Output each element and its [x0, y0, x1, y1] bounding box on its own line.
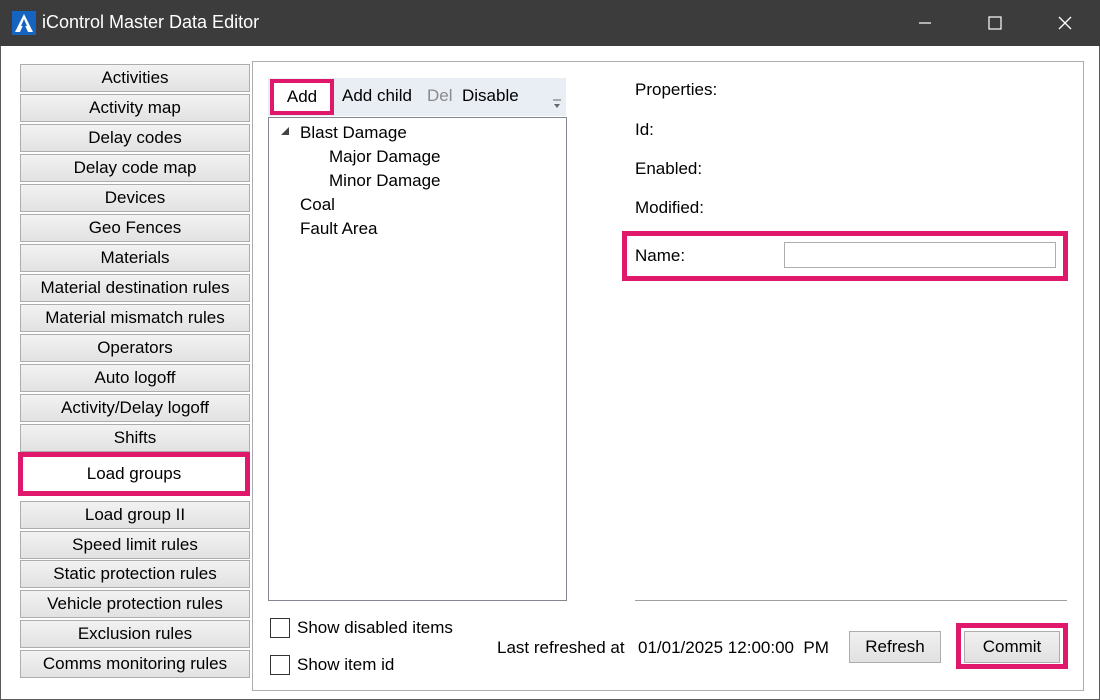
sidebar-item-auto-logoff[interactable]: Auto logoff	[20, 364, 250, 392]
sidebar-item-material-destination-rules[interactable]: Material destination rules	[20, 274, 250, 302]
app-logo-icon	[12, 11, 36, 35]
disable-button[interactable]: Disable	[462, 86, 519, 106]
tree-item-fault-area[interactable]: Fault Area	[300, 219, 378, 239]
id-label: Id:	[635, 120, 654, 139]
enabled-label: Enabled:	[635, 159, 703, 178]
last-refreshed-label: Last refreshed at	[497, 638, 625, 657]
chevron-down-icon[interactable]	[552, 96, 562, 110]
divider	[635, 600, 1067, 601]
sidebar-item-activities[interactable]: Activities	[20, 64, 250, 92]
maximize-icon	[988, 16, 1002, 30]
maximize-button[interactable]	[960, 0, 1030, 46]
sidebar-item-delay-codes[interactable]: Delay codes	[20, 124, 250, 152]
close-icon	[1058, 16, 1072, 30]
show-disabled-checkbox[interactable]	[270, 618, 290, 638]
sidebar-item-exclusion-rules[interactable]: Exclusion rules	[20, 620, 250, 648]
tree-expand-icon[interactable]	[280, 126, 290, 136]
sidebar-item-activity-map[interactable]: Activity map	[20, 94, 250, 122]
sidebar-item-operators[interactable]: Operators	[20, 334, 250, 362]
show-id-checkbox[interactable]	[270, 655, 290, 675]
name-field[interactable]	[784, 242, 1056, 268]
refresh-button[interactable]: Refresh	[849, 631, 941, 663]
sidebar-item-speed-limit-rules[interactable]: Speed limit rules	[20, 531, 250, 559]
sidebar-item-activity-delay-logoff[interactable]: Activity/Delay logoff	[20, 394, 250, 422]
sidebar-item-vehicle-protection-rules[interactable]: Vehicle protection rules	[20, 590, 250, 618]
tree-item-major-damage[interactable]: Major Damage	[329, 147, 441, 167]
delete-button[interactable]: Del	[427, 86, 453, 106]
sidebar-item-shifts[interactable]: Shifts	[20, 424, 250, 452]
name-label: Name:	[635, 246, 686, 265]
sidebar-item-material-mismatch-rules[interactable]: Material mismatch rules	[20, 304, 250, 332]
add-button[interactable]: Add	[270, 79, 334, 115]
sidebar-item-materials[interactable]: Materials	[20, 244, 250, 272]
sidebar-item-load-groups[interactable]: Load groups	[18, 452, 250, 496]
add-child-button[interactable]: Add child	[342, 86, 412, 106]
title-bar: iControl Master Data Editor	[0, 0, 1100, 46]
minimize-icon	[919, 22, 931, 24]
show-id-label[interactable]: Show item id	[297, 655, 394, 675]
commit-button[interactable]: Commit	[964, 631, 1060, 663]
sidebar-item-geo-fences[interactable]: Geo Fences	[20, 214, 250, 242]
sidebar-item-comms-monitoring-rules[interactable]: Comms monitoring rules	[20, 650, 250, 678]
properties-header: Properties:	[635, 80, 718, 99]
last-refreshed-value: 01/01/2025 12:00:00 PM	[638, 638, 829, 657]
tree-item-minor-damage[interactable]: Minor Damage	[329, 171, 441, 191]
sidebar-item-static-protection-rules[interactable]: Static protection rules	[20, 560, 250, 588]
sidebar-item-devices[interactable]: Devices	[20, 184, 250, 212]
sidebar-item-delay-code-map[interactable]: Delay code map	[20, 154, 250, 182]
tree-item-blast-damage[interactable]: Blast Damage	[300, 123, 407, 143]
window-title: iControl Master Data Editor	[42, 12, 260, 32]
sidebar-item-load-group-ii[interactable]: Load group II	[20, 501, 250, 529]
modified-label: Modified:	[635, 198, 704, 217]
tree-item-coal[interactable]: Coal	[300, 195, 335, 215]
show-disabled-label[interactable]: Show disabled items	[297, 618, 453, 638]
close-button[interactable]	[1030, 0, 1100, 46]
minimize-button[interactable]	[890, 0, 960, 46]
